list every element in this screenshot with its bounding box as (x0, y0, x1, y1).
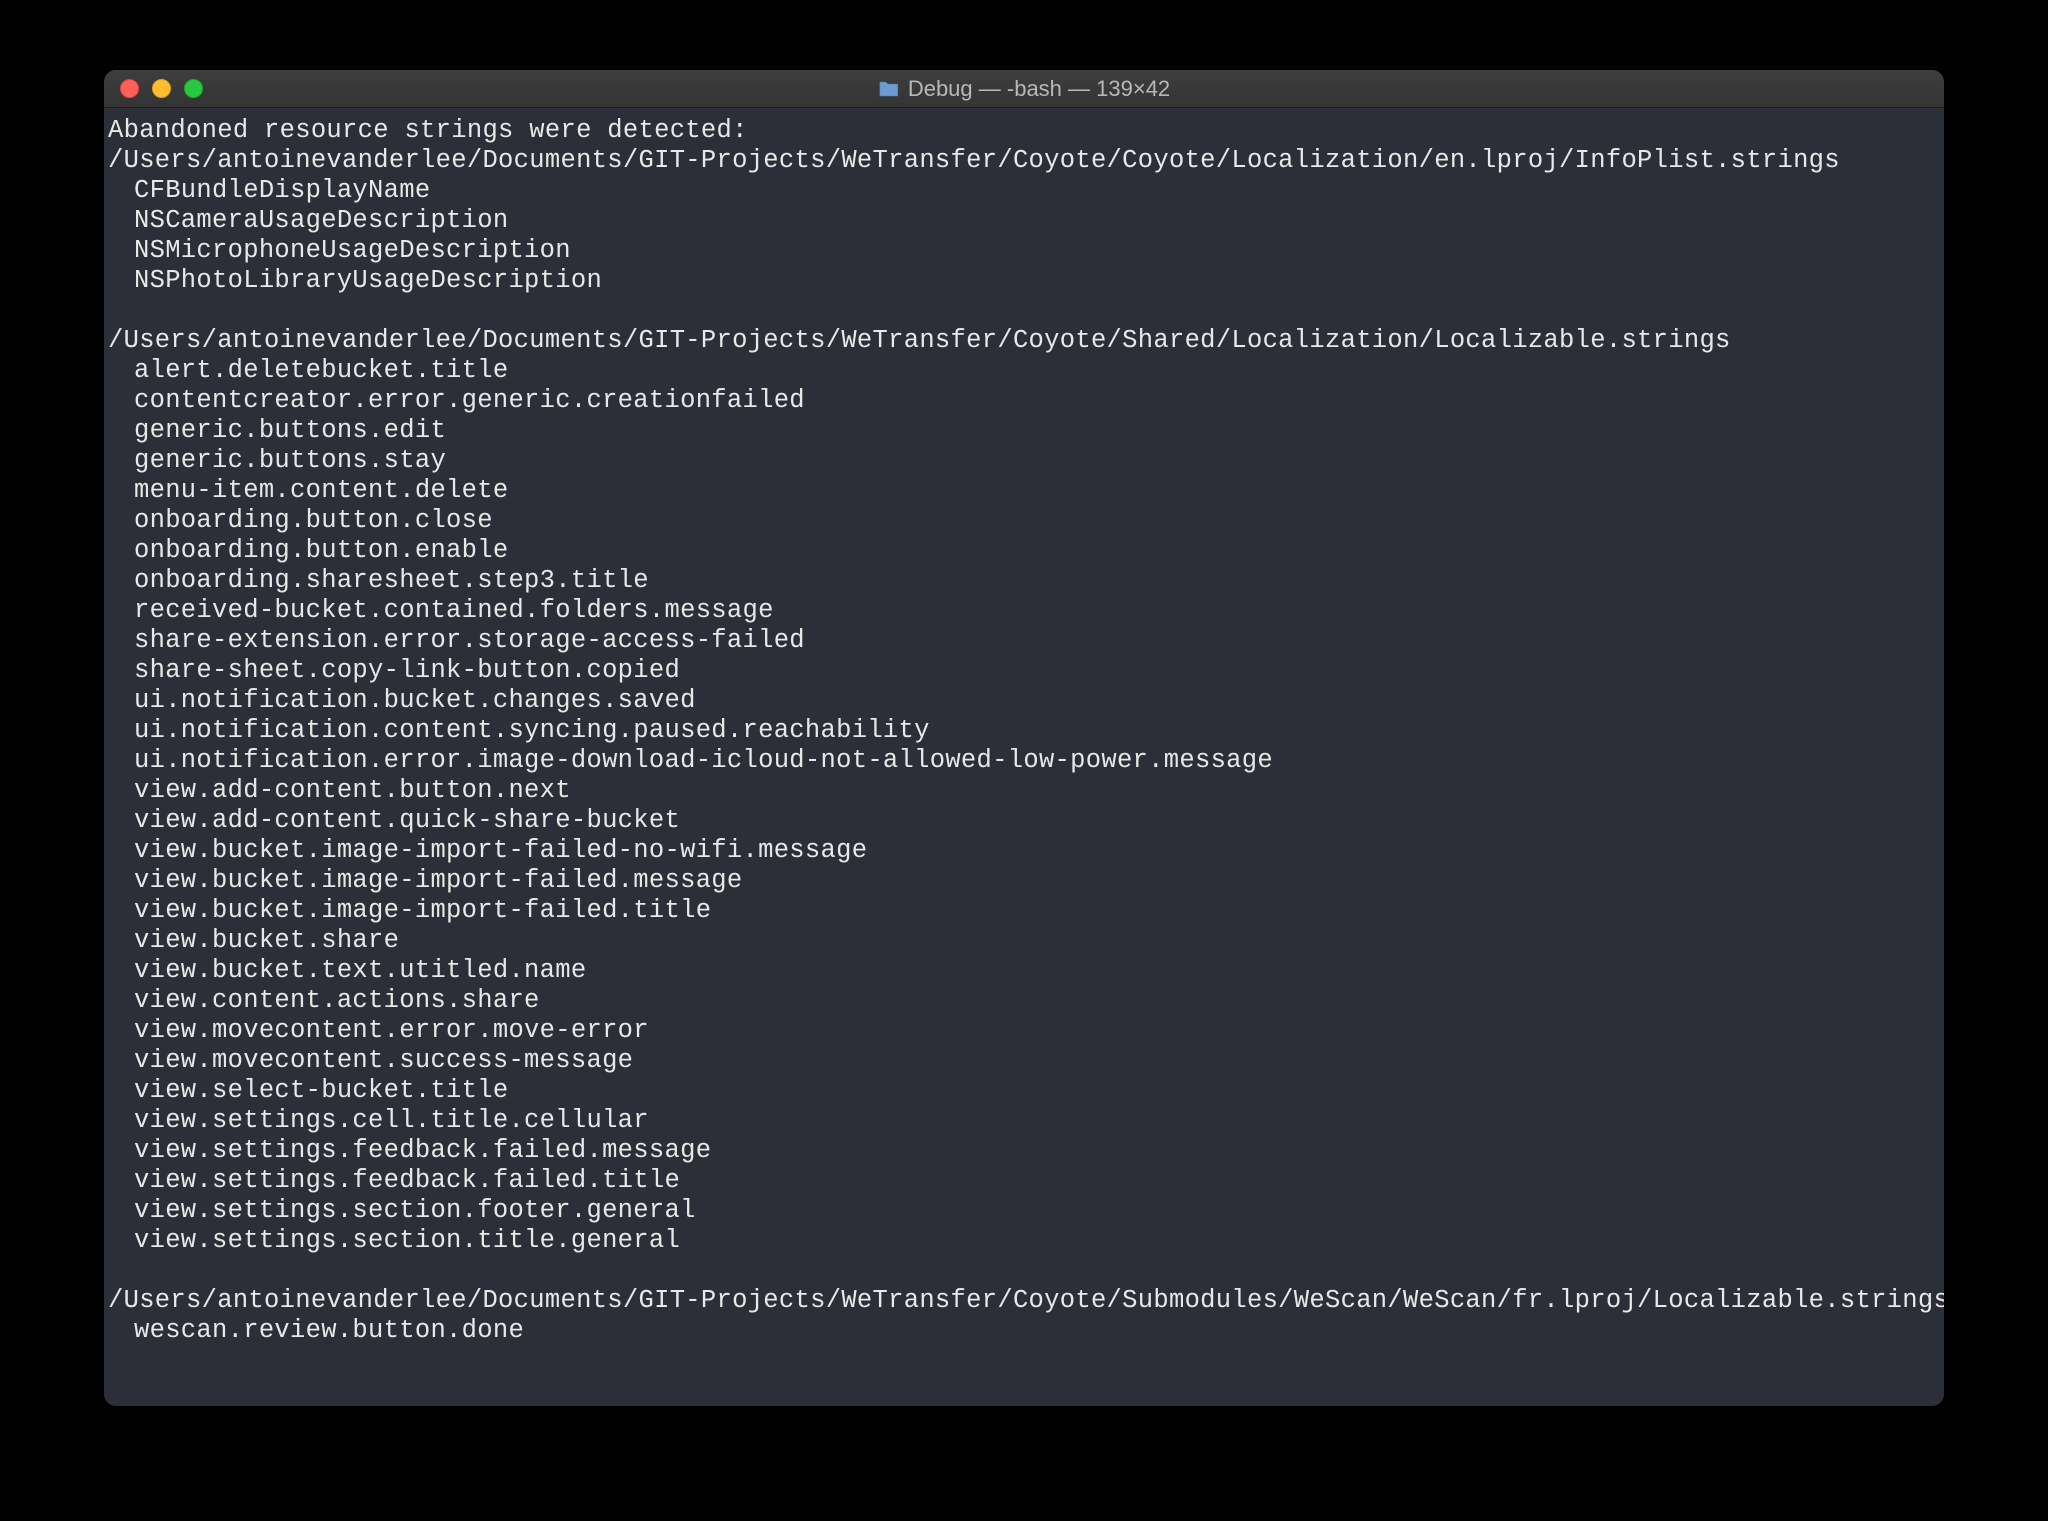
output-line: Abandoned resource strings were detected… (108, 116, 1940, 146)
output-line: generic.buttons.stay (108, 446, 1940, 476)
output-line: onboarding.button.enable (108, 536, 1940, 566)
output-line: NSCameraUsageDescription (108, 206, 1940, 236)
blank-line (108, 296, 1940, 326)
output-line: view.settings.section.title.general (108, 1226, 1940, 1256)
output-line: onboarding.button.close (108, 506, 1940, 536)
output-line: contentcreator.error.generic.creationfai… (108, 386, 1940, 416)
output-line: view.settings.cell.title.cellular (108, 1106, 1940, 1136)
output-line: CFBundleDisplayName (108, 176, 1940, 206)
window-title-text: Debug — -bash — 139×42 (908, 76, 1170, 102)
output-line: view.content.actions.share (108, 986, 1940, 1016)
output-line: ui.notification.bucket.changes.saved (108, 686, 1940, 716)
terminal-window: Debug — -bash — 139×42 Abandoned resourc… (104, 70, 1944, 1406)
output-line: view.add-content.quick-share-bucket (108, 806, 1940, 836)
traffic-lights (120, 79, 203, 98)
output-line: view.select-bucket.title (108, 1076, 1940, 1106)
output-line: menu-item.content.delete (108, 476, 1940, 506)
output-line: /Users/antoinevanderlee/Documents/GIT-Pr… (108, 1286, 1940, 1316)
output-line: view.settings.feedback.failed.message (108, 1136, 1940, 1166)
output-line: view.movecontent.error.move-error (108, 1016, 1940, 1046)
close-button[interactable] (120, 79, 139, 98)
output-line: view.add-content.button.next (108, 776, 1940, 806)
folder-icon (878, 80, 900, 98)
output-line: view.bucket.share (108, 926, 1940, 956)
output-line: generic.buttons.edit (108, 416, 1940, 446)
output-line: share-extension.error.storage-access-fai… (108, 626, 1940, 656)
output-line: view.bucket.image-import-failed-no-wifi.… (108, 836, 1940, 866)
output-line: NSPhotoLibraryUsageDescription (108, 266, 1940, 296)
blank-line (108, 1256, 1940, 1286)
output-line: /Users/antoinevanderlee/Documents/GIT-Pr… (108, 326, 1940, 356)
minimize-button[interactable] (152, 79, 171, 98)
terminal-output[interactable]: Abandoned resource strings were detected… (104, 108, 1944, 1406)
output-line: view.settings.section.footer.general (108, 1196, 1940, 1226)
output-line: view.bucket.text.utitled.name (108, 956, 1940, 986)
output-line: received-bucket.contained.folders.messag… (108, 596, 1940, 626)
output-line: view.movecontent.success-message (108, 1046, 1940, 1076)
output-line: /Users/antoinevanderlee/Documents/GIT-Pr… (108, 146, 1940, 176)
output-line: onboarding.sharesheet.step3.title (108, 566, 1940, 596)
output-line: share-sheet.copy-link-button.copied (108, 656, 1940, 686)
output-line: view.bucket.image-import-failed.message (108, 866, 1940, 896)
window-title: Debug — -bash — 139×42 (878, 76, 1170, 102)
output-line: ui.notification.error.image-download-icl… (108, 746, 1940, 776)
output-line: NSMicrophoneUsageDescription (108, 236, 1940, 266)
titlebar[interactable]: Debug — -bash — 139×42 (104, 70, 1944, 108)
output-line: ui.notification.content.syncing.paused.r… (108, 716, 1940, 746)
output-line: view.settings.feedback.failed.title (108, 1166, 1940, 1196)
output-line: alert.deletebucket.title (108, 356, 1940, 386)
output-line: view.bucket.image-import-failed.title (108, 896, 1940, 926)
maximize-button[interactable] (184, 79, 203, 98)
output-line: wescan.review.button.done (108, 1316, 1940, 1346)
